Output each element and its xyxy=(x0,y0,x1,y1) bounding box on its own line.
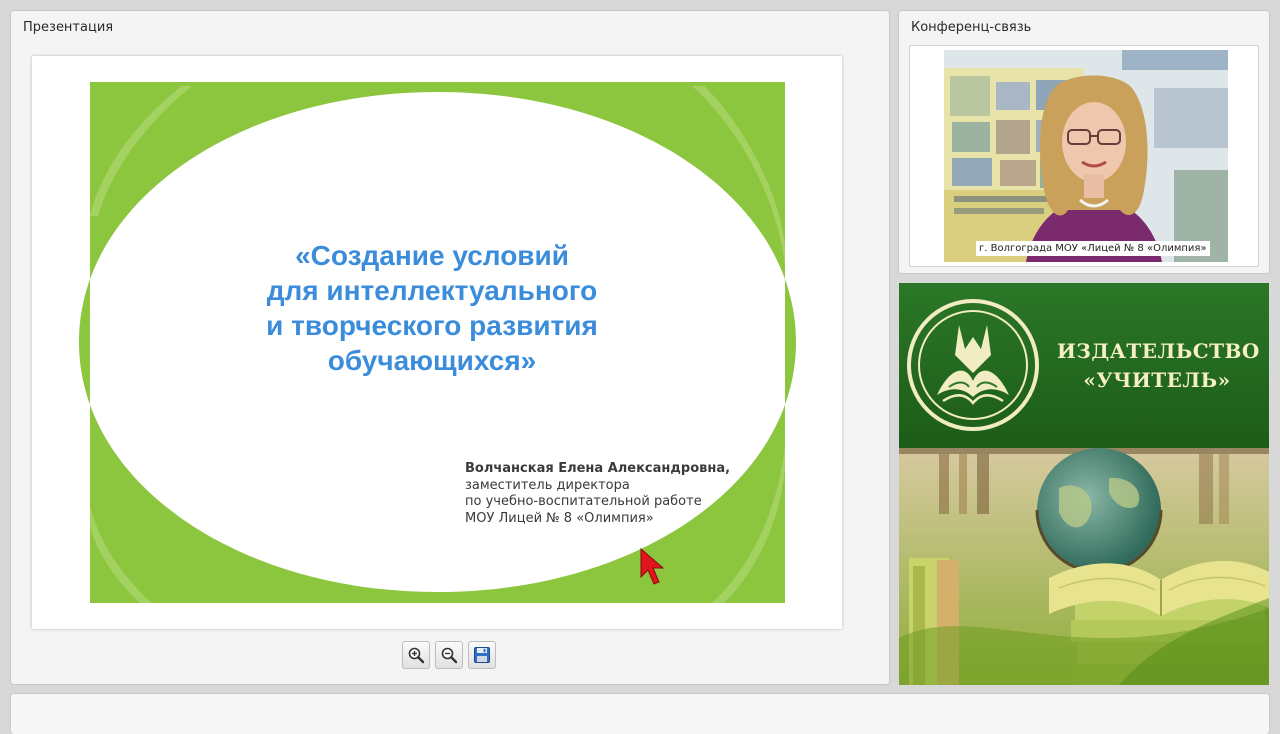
publisher-name: ИЗДАТЕЛЬСТВО «УЧИТЕЛЬ» xyxy=(1057,337,1260,395)
mouse-cursor-icon xyxy=(640,547,665,585)
zoom-in-button[interactable] xyxy=(402,641,430,669)
zoom-out-icon xyxy=(441,647,458,664)
author-position: заместитель директора xyxy=(465,477,630,493)
author-department: по учебно-воспитательной работе xyxy=(465,494,702,509)
author-school: МОУ Лицей № 8 «Олимпия» xyxy=(465,510,654,526)
publisher-name-line: «УЧИТЕЛЬ» xyxy=(1083,368,1231,392)
slide-author-block: Волчанская Елена Александровна, заместит… xyxy=(465,461,730,527)
publisher-name-line: ИЗДАТЕЛЬСТВО xyxy=(1057,339,1260,363)
slide-title-line: для интеллектуального xyxy=(266,275,598,306)
video-caption: г. Волгограда МОУ «Лицей № 8 «Олимпия» xyxy=(976,241,1210,256)
save-button[interactable] xyxy=(468,641,496,669)
conference-panel-title: Конференц-связь xyxy=(911,20,1032,35)
presentation-panel: Презентация «Создание условий для интелл… xyxy=(11,11,889,684)
publisher-logo-icon xyxy=(907,299,1039,431)
bottom-panel xyxy=(11,694,1269,734)
publisher-books-image xyxy=(899,448,1269,685)
author-name: Волчанская Елена Александровна, xyxy=(465,461,731,476)
video-container[interactable]: г. Волгограда МОУ «Лицей № 8 «Олимпия» xyxy=(909,45,1259,267)
slide-title-line: обучающихся» xyxy=(327,345,537,376)
presentation-panel-title: Презентация xyxy=(23,20,114,35)
zoom-out-button[interactable] xyxy=(435,641,463,669)
floppy-disk-icon xyxy=(474,647,490,663)
video-scene xyxy=(944,50,1228,262)
video-feed: г. Волгограда МОУ «Лицей № 8 «Олимпия» xyxy=(944,50,1228,262)
slide-title: «Создание условий для интеллектуального … xyxy=(202,238,662,378)
conference-panel: Конференц-связь г. Волгограда МОУ «Лицей… xyxy=(899,11,1269,273)
publisher-header: ИЗДАТЕЛЬСТВО «УЧИТЕЛЬ» xyxy=(899,283,1269,448)
publisher-banner[interactable]: ИЗДАТЕЛЬСТВО «УЧИТЕЛЬ» xyxy=(899,283,1269,685)
slide-title-line: и творческого развития xyxy=(266,310,598,341)
presentation-slide[interactable]: «Создание условий для интеллектуального … xyxy=(32,56,842,629)
zoom-in-icon xyxy=(408,647,425,664)
slide-title-line: «Создание условий xyxy=(295,240,569,271)
